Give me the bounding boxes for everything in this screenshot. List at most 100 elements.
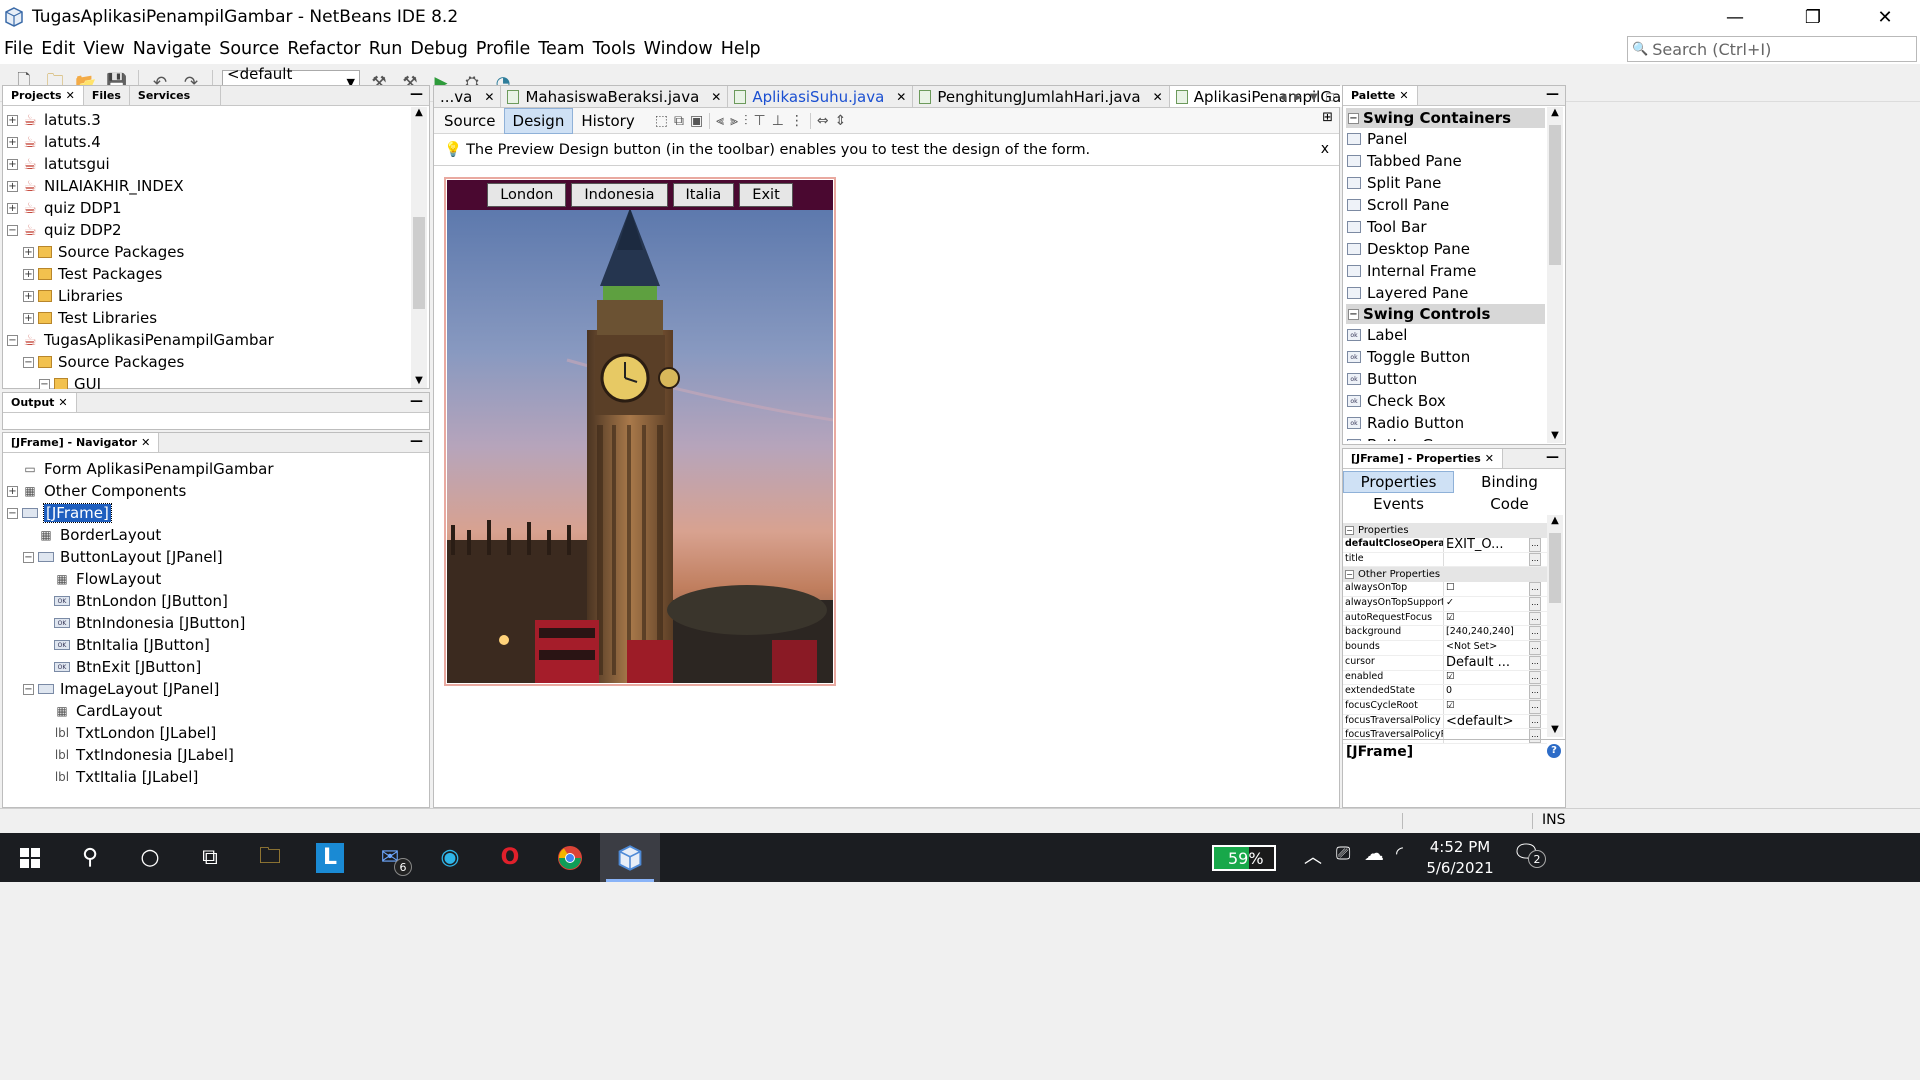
tab-events[interactable]: Events bbox=[1343, 493, 1454, 515]
menu-team[interactable]: Team bbox=[534, 39, 588, 59]
property-editor-button[interactable]: ... bbox=[1529, 670, 1541, 685]
tree-row[interactable]: lbl TxtLondon [JLabel] bbox=[3, 722, 429, 744]
maximize-editor-icon[interactable]: □ bbox=[1326, 92, 1335, 103]
tree-row[interactable]: ▦ FlowLayout bbox=[3, 568, 429, 590]
view-tab-history[interactable]: History bbox=[573, 108, 642, 134]
palette-item[interactable]: Tool Bar bbox=[1343, 216, 1565, 238]
projects-scrollbar[interactable]: ▲ ▼ bbox=[411, 107, 427, 388]
property-editor-button[interactable]: ... bbox=[1529, 714, 1541, 729]
netbeans-taskbar-icon[interactable] bbox=[600, 833, 660, 882]
tree-row[interactable]: − [JFrame] bbox=[3, 502, 429, 524]
property-value[interactable]: Default ... bbox=[1443, 655, 1527, 670]
tree-row[interactable]: OK BtnLondon [JButton] bbox=[3, 590, 429, 612]
menu-profile[interactable]: Profile bbox=[472, 39, 534, 59]
menu-refactor[interactable]: Refactor bbox=[283, 39, 364, 59]
scroll-thumb[interactable] bbox=[413, 217, 425, 309]
property-value[interactable]: ☑ bbox=[1443, 699, 1527, 714]
form-button-italia[interactable]: Italia bbox=[672, 183, 735, 207]
tree-row[interactable]: ▦ CardLayout bbox=[3, 700, 429, 722]
property-row[interactable]: alwaysOnTopSupported✓... bbox=[1343, 597, 1547, 612]
tree-row[interactable]: + ☕ NILAIAKHIR_INDEX bbox=[3, 175, 429, 197]
palette-item[interactable]: ok Check Box bbox=[1343, 390, 1565, 412]
expand-icon[interactable]: + bbox=[23, 268, 34, 280]
close-icon[interactable]: ✕ bbox=[58, 396, 67, 409]
minimize-panel-icon[interactable]: — bbox=[1546, 450, 1559, 465]
property-row[interactable]: enabled ☑... bbox=[1343, 670, 1547, 686]
property-editor-button[interactable]: ... bbox=[1529, 552, 1541, 567]
close-tab-icon[interactable]: ✕ bbox=[484, 90, 494, 104]
minimize-panel-icon[interactable]: — bbox=[410, 394, 423, 409]
close-button[interactable]: ✕ bbox=[1850, 0, 1920, 34]
editor-tab[interactable]: AplikasiSuhu.java ✕ bbox=[728, 86, 914, 107]
change-horizontal-resizability-icon[interactable]: ⇔ bbox=[817, 113, 829, 129]
editor-tab[interactable]: MahasiswaBeraksi.java ✕ bbox=[501, 86, 729, 107]
collapse-icon[interactable]: − bbox=[1348, 112, 1359, 124]
property-row[interactable]: background [240,240,240]... bbox=[1343, 626, 1547, 642]
property-editor-button[interactable]: ... bbox=[1529, 641, 1541, 655]
tab-projects[interactable]: Projects ✕ bbox=[3, 86, 84, 105]
tree-row[interactable]: ▭ Form AplikasiPenampilGambar bbox=[3, 458, 429, 480]
scroll-thumb[interactable] bbox=[1549, 125, 1561, 265]
collapse-icon[interactable]: − bbox=[1348, 308, 1359, 320]
tree-row[interactable]: + Test Packages bbox=[3, 263, 429, 285]
tree-row[interactable]: lbl TxtItalia [JLabel] bbox=[3, 766, 429, 788]
menu-run[interactable]: Run bbox=[365, 39, 407, 59]
tab-list-icon[interactable]: ▼ bbox=[1310, 92, 1318, 103]
palette-item[interactable]: ok Toggle Button bbox=[1343, 346, 1565, 368]
close-hint-button[interactable]: x bbox=[1321, 141, 1329, 157]
change-vertical-resizability-icon[interactable]: ⇕ bbox=[835, 113, 847, 129]
expand-icon[interactable]: + bbox=[7, 136, 18, 148]
selection-mode-icon[interactable]: ⬚ bbox=[655, 113, 668, 129]
opera-browser-icon[interactable]: O bbox=[480, 833, 540, 882]
tree-row[interactable]: OK BtnIndonesia [JButton] bbox=[3, 612, 429, 634]
form-design-frame[interactable]: London Indonesia Italia Exit bbox=[444, 177, 836, 686]
collapse-icon[interactable]: − bbox=[23, 356, 34, 368]
property-category[interactable]: − Properties bbox=[1343, 523, 1547, 538]
collapse-icon[interactable]: − bbox=[23, 551, 34, 563]
expand-icon[interactable]: + bbox=[23, 312, 34, 324]
palette-category[interactable]: − Swing Controls bbox=[1346, 304, 1545, 324]
property-value[interactable]: EXIT_O... bbox=[1443, 538, 1527, 552]
property-row[interactable]: alwaysOnTop ☐... bbox=[1343, 582, 1547, 598]
property-row[interactable]: focusTraversalPolicy <default>... bbox=[1343, 714, 1547, 730]
menu-window[interactable]: Window bbox=[640, 39, 717, 59]
tab-output[interactable]: Output ✕ bbox=[3, 393, 77, 412]
tab-jframe-properties[interactable]: [JFrame] - Properties ✕ bbox=[1343, 449, 1504, 468]
palette-item[interactable]: ok Label bbox=[1343, 324, 1565, 346]
tree-row[interactable]: OK BtnExit [JButton] bbox=[3, 656, 429, 678]
expand-icon[interactable]: + bbox=[23, 290, 34, 302]
palette-item[interactable]: Desktop Pane bbox=[1343, 238, 1565, 260]
menu-edit[interactable]: Edit bbox=[37, 39, 79, 59]
button-layout-panel[interactable]: London Indonesia Italia Exit bbox=[447, 180, 833, 210]
property-row[interactable]: cursor Default ...... bbox=[1343, 655, 1547, 671]
close-icon[interactable]: ✕ bbox=[66, 89, 75, 102]
align-right-icon[interactable]: ⫸ bbox=[730, 113, 738, 129]
align-top-icon[interactable]: ⊤ bbox=[753, 113, 765, 129]
onedrive-cloud-icon[interactable]: ☁ bbox=[1364, 841, 1384, 865]
property-category[interactable]: − Other Properties bbox=[1343, 567, 1547, 583]
windows-start-icon[interactable] bbox=[0, 833, 60, 882]
palette-item[interactable]: Split Pane bbox=[1343, 172, 1565, 194]
collapse-icon[interactable]: − bbox=[23, 683, 34, 695]
edge-browser-icon[interactable]: ◉ bbox=[420, 833, 480, 882]
minimize-panel-icon[interactable]: — bbox=[410, 87, 423, 102]
property-editor-button[interactable]: ... bbox=[1529, 597, 1541, 611]
view-tab-design[interactable]: Design bbox=[503, 107, 574, 134]
chrome-browser-icon[interactable] bbox=[540, 833, 600, 882]
tree-row[interactable]: + Source Packages bbox=[3, 241, 429, 263]
scroll-up-icon[interactable]: ▲ bbox=[1547, 515, 1563, 526]
palette-item[interactable]: Tabbed Pane bbox=[1343, 150, 1565, 172]
tab-palette[interactable]: Palette ✕ bbox=[1343, 86, 1418, 105]
minimize-panel-icon[interactable]: — bbox=[410, 434, 423, 449]
view-tab-source[interactable]: Source bbox=[436, 108, 504, 134]
property-row[interactable]: extendedState 0... bbox=[1343, 685, 1547, 700]
scroll-down-icon[interactable]: ▼ bbox=[1547, 430, 1563, 441]
align-bottom-icon[interactable]: ⊥ bbox=[772, 113, 784, 129]
form-button-indonesia[interactable]: Indonesia bbox=[571, 183, 668, 207]
tree-row[interactable]: lbl TxtIndonesia [JLabel] bbox=[3, 744, 429, 766]
scroll-up-icon[interactable]: ▲ bbox=[411, 107, 427, 118]
menu-help[interactable]: Help bbox=[717, 39, 765, 59]
tree-row[interactable]: + ☕ latutsgui bbox=[3, 153, 429, 175]
property-value[interactable]: ☑ bbox=[1443, 670, 1527, 685]
palette-item[interactable]: ok Button Group bbox=[1343, 434, 1565, 441]
